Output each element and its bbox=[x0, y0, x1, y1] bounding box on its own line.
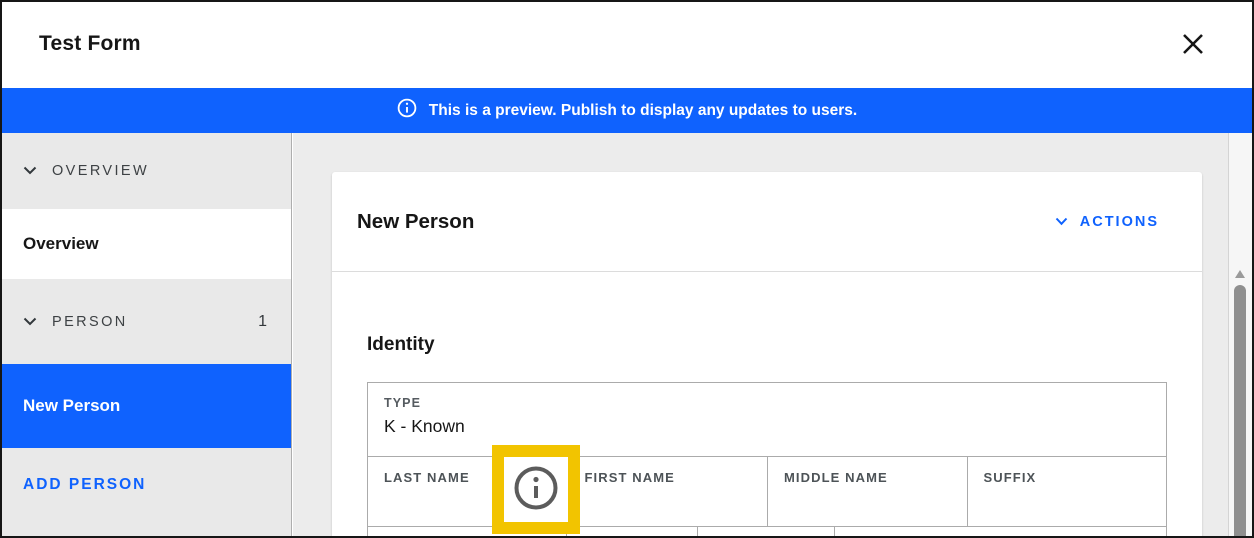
table-row bbox=[368, 526, 1166, 536]
preview-modal: Test Form This is a preview. Publish to … bbox=[0, 0, 1254, 538]
identity-form-table: TYPE K - Known LAST NAME FIRST NAME MIDD… bbox=[367, 382, 1167, 536]
sidebar-item-new-person[interactable]: New Person bbox=[2, 364, 291, 448]
scrollbar[interactable] bbox=[1228, 133, 1252, 536]
identity-section-heading: Identity bbox=[367, 334, 435, 355]
info-icon bbox=[397, 98, 417, 123]
chevron-down-icon bbox=[23, 314, 37, 330]
add-person-label: ADD PERSON bbox=[23, 476, 147, 493]
actions-button[interactable]: ACTIONS bbox=[1049, 172, 1165, 272]
field-label: SUFFIX bbox=[983, 470, 1037, 485]
page-title: Test Form bbox=[39, 32, 141, 55]
info-icon bbox=[513, 465, 559, 514]
table-row: TYPE K - Known bbox=[368, 383, 1166, 456]
info-highlight-box bbox=[492, 445, 580, 534]
first-name-field[interactable]: FIRST NAME bbox=[567, 457, 768, 526]
card-header: New Person ACTIONS bbox=[332, 172, 1202, 272]
scroll-thumb[interactable] bbox=[1234, 285, 1246, 536]
field-label: MIDDLE NAME bbox=[784, 470, 888, 485]
sidebar-item-overview[interactable]: Overview bbox=[2, 209, 291, 279]
suffix-field[interactable]: SUFFIX bbox=[966, 457, 1167, 526]
sidebar-item-label: New Person bbox=[23, 396, 121, 415]
field-value: K - Known bbox=[384, 416, 465, 436]
close-button[interactable] bbox=[1176, 28, 1210, 62]
field-cell[interactable] bbox=[565, 527, 698, 536]
new-person-card: New Person ACTIONS Identity TYPE K - Kno… bbox=[332, 172, 1202, 536]
table-row: LAST NAME FIRST NAME MIDDLE NAME SUFFIX bbox=[368, 456, 1166, 526]
field-info-button[interactable] bbox=[513, 465, 559, 514]
chevron-down-icon bbox=[23, 163, 37, 179]
add-person-button[interactable]: ADD PERSON bbox=[2, 463, 291, 507]
sidebar-section-label: PERSON bbox=[52, 313, 128, 330]
scroll-up-button[interactable] bbox=[1235, 270, 1245, 278]
field-cell[interactable] bbox=[697, 527, 834, 536]
sidebar: OVERVIEW Overview PERSON 1 New Person AD… bbox=[2, 133, 292, 536]
modal-titlebar: Test Form bbox=[2, 2, 1252, 88]
actions-label: ACTIONS bbox=[1079, 214, 1159, 230]
person-count-badge: 1 bbox=[258, 312, 267, 330]
field-cell[interactable] bbox=[833, 527, 1166, 536]
sidebar-section-overview[interactable]: OVERVIEW bbox=[2, 133, 291, 209]
sidebar-section-label: OVERVIEW bbox=[52, 163, 150, 179]
chevron-down-icon bbox=[1055, 214, 1068, 230]
type-field[interactable]: TYPE K - Known bbox=[368, 383, 1166, 456]
banner-message: This is a preview. Publish to display an… bbox=[428, 101, 858, 119]
card-title: New Person bbox=[357, 210, 475, 233]
preview-banner: This is a preview. Publish to display an… bbox=[2, 88, 1252, 133]
close-icon bbox=[1180, 31, 1206, 60]
field-label: FIRST NAME bbox=[584, 470, 675, 485]
sidebar-section-person[interactable]: PERSON 1 bbox=[2, 279, 291, 364]
sidebar-item-label: Overview bbox=[23, 234, 99, 253]
field-label: TYPE bbox=[384, 396, 422, 410]
middle-name-field[interactable]: MIDDLE NAME bbox=[767, 457, 967, 526]
